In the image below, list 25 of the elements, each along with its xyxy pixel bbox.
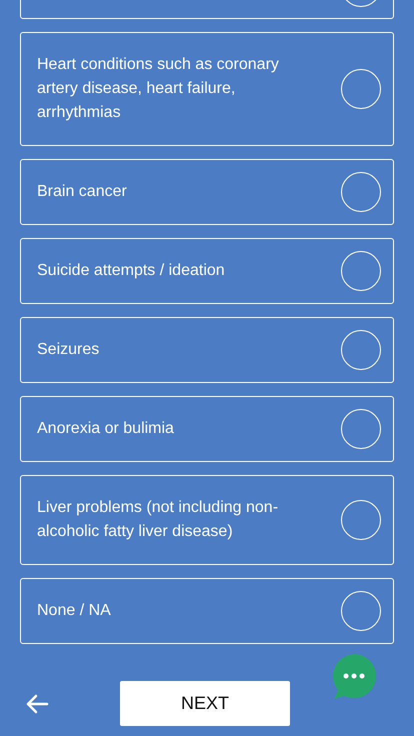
chat-bubble-icon [332, 654, 376, 700]
radio-button[interactable] [341, 500, 381, 540]
option-label: Suicide attempts / ideation [37, 261, 226, 281]
radio-button[interactable] [341, 591, 381, 631]
option-card[interactable]: Suicide attempts / ideation [20, 238, 394, 304]
option-card[interactable]: None / NA [20, 578, 394, 644]
option-card[interactable]: Liver problems (not including non-alcoholic fatty liver disease) [20, 475, 394, 565]
option-card[interactable]: Seizures [20, 317, 394, 383]
option-label: Brain cancer [37, 182, 128, 202]
option-label: Liver problems (not including non-alcoholic fatty liver disease) [37, 498, 280, 542]
chat-button[interactable] [332, 654, 376, 700]
option-card[interactable]: Anorexia or bulimia [20, 396, 394, 462]
next-button[interactable]: NEXT [120, 681, 290, 726]
option-label: Heart conditions such as coronary artery disease, heart failure, arrhythmias [37, 55, 280, 123]
radio-button[interactable] [341, 330, 381, 370]
radio-button[interactable] [341, 172, 381, 212]
option-label: None / NA [37, 601, 112, 621]
radio-button[interactable] [341, 69, 381, 109]
option-label: Seizures [37, 340, 100, 360]
radio-button[interactable] [341, 251, 381, 291]
radio-button[interactable] [341, 409, 381, 449]
option-card[interactable]: Heart conditions such as coronary artery disease, heart failure, arrhythmias [20, 32, 394, 146]
option-label: Anorexia or bulimia [37, 419, 175, 439]
option-card[interactable]: Brain cancer [20, 159, 394, 225]
back-arrow-icon [25, 694, 49, 714]
